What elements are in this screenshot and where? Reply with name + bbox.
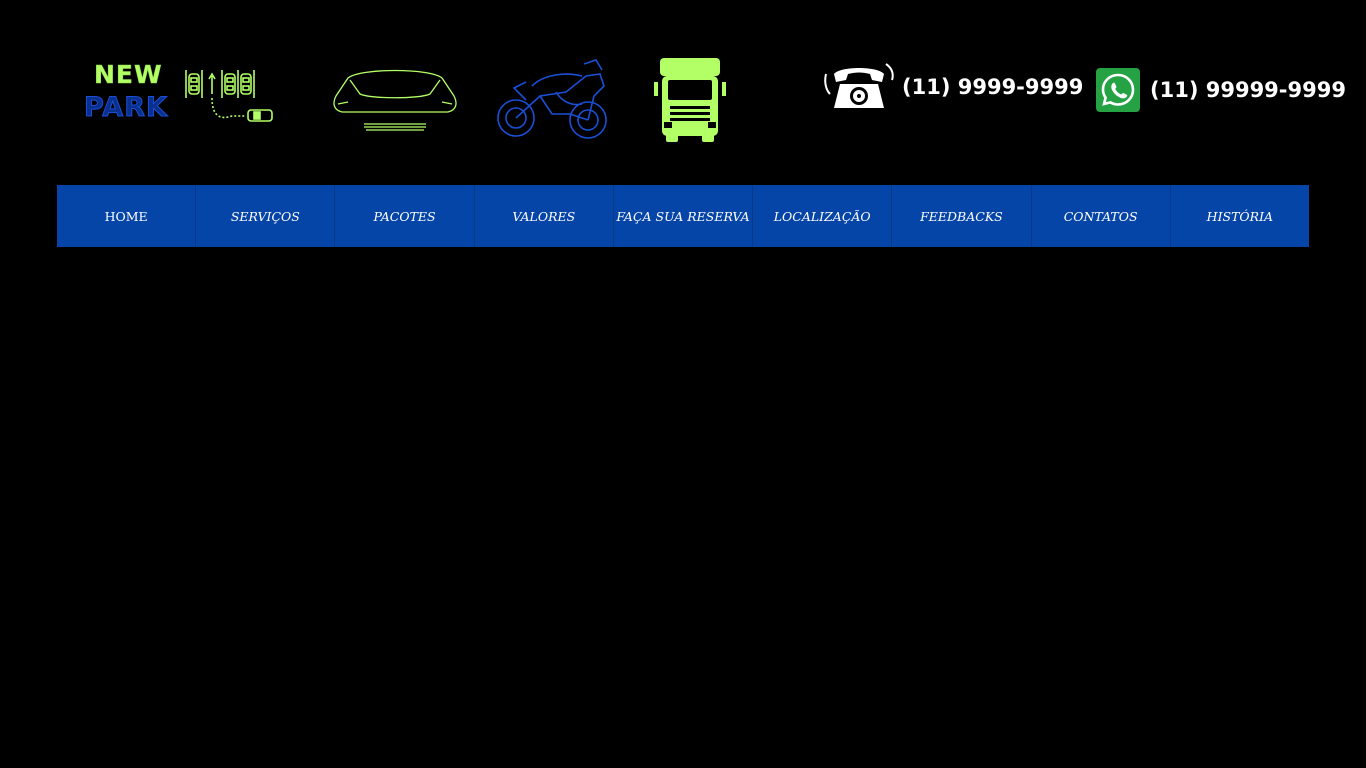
nav-label: VALORES [512,208,576,224]
nav-item-localizacao[interactable]: LOCALIZAÇÃO [753,185,893,247]
nav-label: SERVIÇOS [230,208,300,224]
nav-label: PACOTES [373,208,436,224]
nav-item-historia[interactable]: HISTÓRIA [1171,185,1309,247]
nav-item-pacotes[interactable]: PACOTES [335,185,475,247]
telephone-icon [824,63,894,108]
motorcycle-icon [497,59,607,139]
whatsapp-number[interactable]: (11) 99999-9999 [1150,78,1346,102]
logo-word-park: PARK [84,92,168,123]
nav-label: FEEDBACKS [920,208,1003,224]
nav-item-reserva[interactable]: FAÇA SUA RESERVA [614,185,754,247]
whatsapp-contact[interactable]: (11) 99999-9999 [1096,68,1346,112]
car-icon [333,69,457,131]
nav-label: HOME [104,208,148,224]
nav-item-home[interactable]: HOME [57,185,197,247]
nav-item-valores[interactable]: VALORES [475,185,614,247]
nav-label: LOCALIZAÇÃO [773,208,871,224]
nav-item-contatos[interactable]: CONTATOS [1032,185,1171,247]
phone-number[interactable]: (11) 9999-9999 [902,75,1083,99]
nav-item-feedbacks[interactable]: FEEDBACKS [892,185,1032,247]
parking-lot-icon [185,70,273,122]
truck-icon [654,58,726,142]
whatsapp-icon [1096,68,1140,112]
main-nav: HOME SERVIÇOS PACOTES VALORES FAÇA SUA R… [57,185,1309,247]
nav-label: HISTÓRIA [1206,208,1274,224]
site-header: NEW PARK (11) 9999-9999 (11) 99999-9999 [0,0,1366,185]
nav-label: FAÇA SUA RESERVA [616,208,750,224]
logo[interactable]: NEW PARK [84,58,279,128]
nav-label: CONTATOS [1063,208,1138,224]
phone-contact[interactable]: (11) 9999-9999 [824,60,1083,114]
nav-item-servicos[interactable]: SERVIÇOS [196,185,336,247]
logo-word-new: NEW [94,60,163,89]
